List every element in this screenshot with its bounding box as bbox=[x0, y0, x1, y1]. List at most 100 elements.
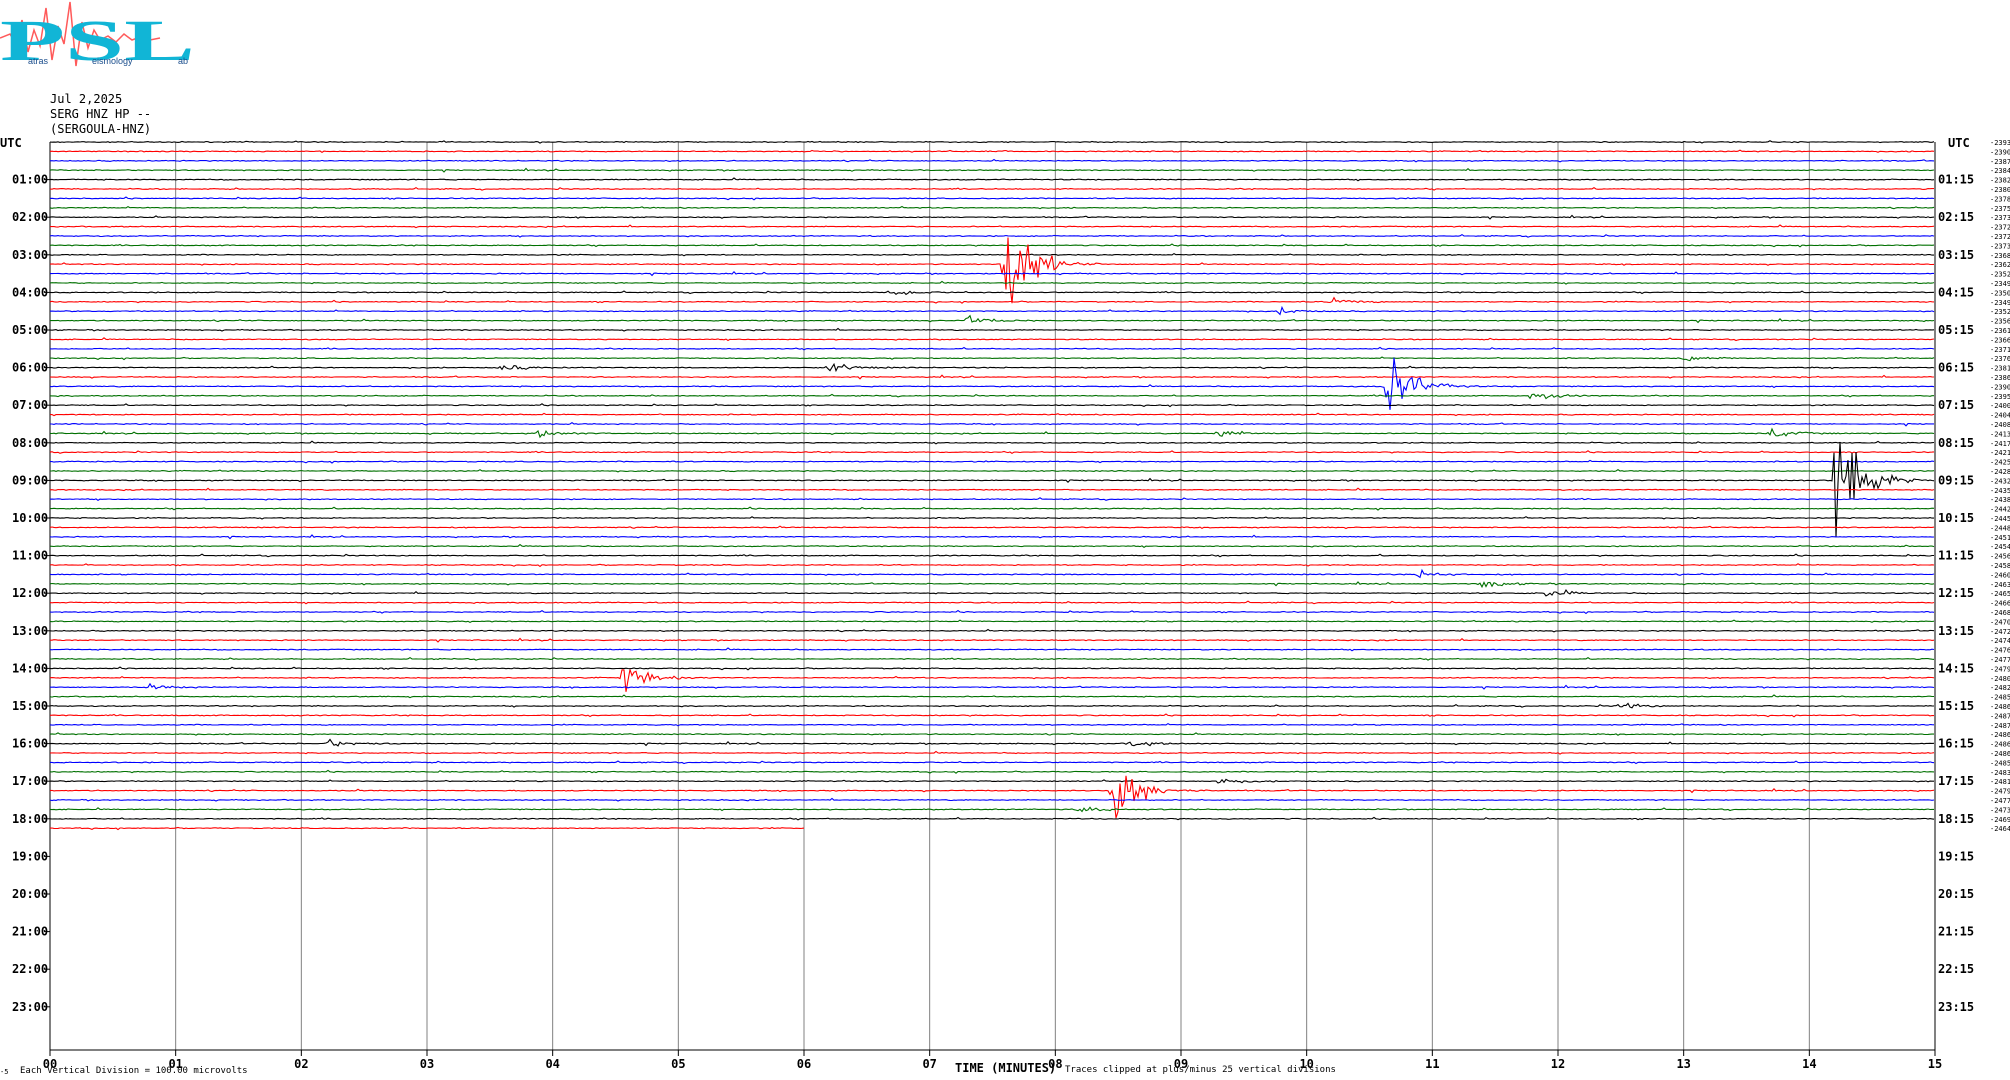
left-hour-label: 17:00 bbox=[12, 774, 48, 788]
trace-line bbox=[49, 469, 1935, 473]
right-hour-label: 22:15 bbox=[1938, 962, 1974, 976]
trace-line bbox=[49, 666, 1935, 671]
trace-line bbox=[49, 158, 1935, 163]
right-hour-label: 12:15 bbox=[1938, 586, 1974, 600]
trace-offset-label: -23935 bbox=[1990, 139, 2010, 147]
trace-offset-label: -23615 bbox=[1990, 327, 2010, 335]
left-hour-label: 21:00 bbox=[12, 925, 48, 939]
trace-line bbox=[50, 337, 1935, 342]
trace-offset-label: -23758 bbox=[1990, 205, 2010, 213]
left-hour-label: 19:00 bbox=[12, 849, 48, 863]
trace-line bbox=[49, 243, 1935, 248]
trace-line bbox=[49, 722, 1935, 727]
trace-offset-label: -24867 bbox=[1990, 741, 2010, 749]
left-hour-label: 06:00 bbox=[12, 361, 48, 375]
trace-line bbox=[49, 327, 1935, 332]
trace-line bbox=[50, 506, 1935, 511]
helicorder-plot: 00 01 02 03 04 05 06 07 08 09 10 11 12 13 14 1501:0002:… bbox=[0, 136, 2010, 1076]
trace-line bbox=[49, 588, 1935, 597]
trace-offset-label: -23711 bbox=[1990, 346, 2010, 354]
trace-line bbox=[49, 450, 1935, 454]
x-tick-label: 13 bbox=[1676, 1057, 1690, 1071]
trace-offset-label: -24354 bbox=[1990, 487, 2010, 495]
trace-line bbox=[49, 346, 1935, 351]
right-hour-label: 16:15 bbox=[1938, 737, 1974, 751]
right-hour-label: 07:15 bbox=[1938, 398, 1974, 412]
trace-offset-label: -24799 bbox=[1990, 788, 2010, 796]
trace-line bbox=[49, 412, 1935, 417]
trace-offset-label: -23823 bbox=[1990, 177, 2010, 185]
trace-line bbox=[49, 775, 1935, 819]
trace-line bbox=[49, 694, 1934, 699]
trace-line bbox=[49, 750, 1935, 755]
trace-offset-label: -24631 bbox=[1990, 581, 2010, 589]
trace-offset-label: -24860 bbox=[1990, 750, 2010, 758]
trace-line bbox=[49, 403, 1935, 408]
trace-line bbox=[49, 543, 1935, 548]
trace-offset-label: -24741 bbox=[1990, 637, 2010, 645]
trace-offset-label: -23802 bbox=[1990, 186, 2010, 194]
right-hour-label: 02:15 bbox=[1938, 210, 1974, 224]
trace-offset-label: -24213 bbox=[1990, 449, 2010, 457]
trace-line bbox=[49, 563, 1935, 568]
left-hour-label: 23:00 bbox=[12, 1000, 48, 1014]
trace-offset-label: -24388 bbox=[1990, 496, 2010, 504]
trace-offset-label: -24868 bbox=[1990, 703, 2010, 711]
trace-offset-label: -24456 bbox=[1990, 515, 2010, 523]
trace-line bbox=[49, 314, 1935, 324]
trace-line bbox=[49, 205, 1935, 210]
trace-offset-label: -23724 bbox=[1990, 224, 2010, 232]
trace-offset-label: -24860 bbox=[1990, 731, 2010, 739]
trace-line bbox=[49, 214, 1935, 220]
trace-offset-label: -24687 bbox=[1990, 609, 2010, 617]
left-hour-label: 20:00 bbox=[12, 887, 48, 901]
trace-offset-label: -23842 bbox=[1990, 167, 2010, 175]
trace-offset-label: -24541 bbox=[1990, 543, 2010, 551]
trace-offset-label: -23662 bbox=[1990, 336, 2010, 344]
trace-offset-label: -23739 bbox=[1990, 214, 2010, 222]
trace-line bbox=[50, 682, 1935, 690]
trace-line bbox=[49, 427, 1935, 439]
x-tick-label: 06 bbox=[797, 1057, 811, 1071]
trace-offset-label: -23688 bbox=[1990, 252, 2010, 260]
trace-line bbox=[50, 270, 1934, 277]
trace-line bbox=[49, 280, 1935, 285]
trace-offset-label: -23811 bbox=[1990, 365, 2010, 373]
trace-offset-label: -24707 bbox=[1990, 618, 2010, 626]
trace-line bbox=[49, 374, 1935, 380]
right-axis-title: UTC bbox=[1948, 136, 1970, 150]
x-tick-label: 11 bbox=[1425, 1057, 1439, 1071]
trace-offset-label: -24608 bbox=[1990, 571, 2010, 579]
trace-line bbox=[49, 224, 1935, 229]
trace-offset-label: -24793 bbox=[1990, 665, 2010, 673]
trace-offset-label: -24875 bbox=[1990, 712, 2010, 720]
right-hour-label: 10:15 bbox=[1938, 511, 1974, 525]
trace-line bbox=[49, 806, 1934, 813]
trace-offset-label: -24739 bbox=[1990, 806, 2010, 814]
right-hour-label: 09:15 bbox=[1938, 473, 1974, 487]
left-hour-label: 13:00 bbox=[12, 624, 48, 638]
trace-line bbox=[49, 669, 1935, 692]
trace-line bbox=[49, 647, 1935, 652]
right-hour-label: 08:15 bbox=[1938, 436, 1974, 450]
trace-line bbox=[49, 237, 1935, 304]
right-hour-label: 05:15 bbox=[1938, 323, 1974, 337]
x-tick-label: 07 bbox=[922, 1057, 936, 1071]
trace-line bbox=[49, 233, 1935, 238]
right-hour-label: 13:15 bbox=[1938, 624, 1974, 638]
trace-line bbox=[49, 816, 1935, 821]
trace-line bbox=[49, 140, 1935, 144]
trace-line bbox=[49, 553, 1934, 558]
trace-offset-label: -24130 bbox=[1990, 430, 2010, 438]
left-hour-label: 04:00 bbox=[12, 285, 48, 299]
trace-offset-label: -23622 bbox=[1990, 261, 2010, 269]
trace-offset-label: -24515 bbox=[1990, 534, 2010, 542]
axis-labels: 00 01 02 03 04 05 06 07 08 09 10 11 12 13 14 1501:0002:… bbox=[12, 139, 2010, 1071]
left-hour-label: 22:00 bbox=[12, 962, 48, 976]
trace-line bbox=[49, 581, 1935, 589]
trace-offset-label: -24724 bbox=[1990, 628, 2010, 636]
trace-offset-label: -24872 bbox=[1990, 722, 2010, 730]
x-tick-label: 05 bbox=[671, 1057, 685, 1071]
trace-line bbox=[49, 568, 1935, 579]
trace-line bbox=[49, 619, 1935, 624]
